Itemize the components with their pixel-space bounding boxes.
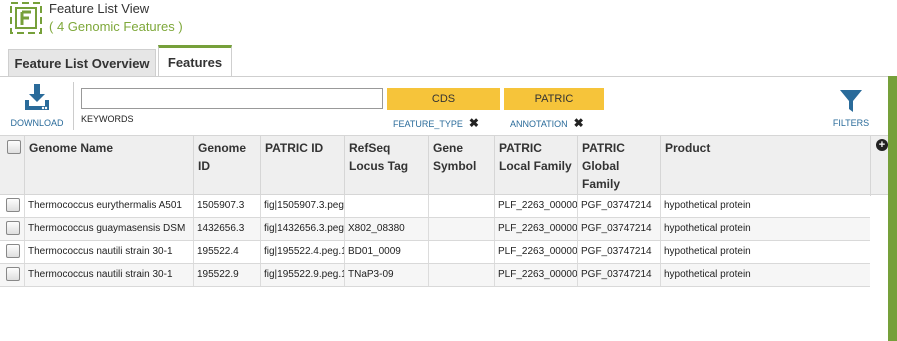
- cell-genome-id: 1505907.3: [194, 195, 261, 217]
- download-icon: [25, 84, 49, 110]
- cell-pgfam: PGF_03747214: [578, 241, 661, 263]
- column-product[interactable]: Product: [661, 136, 871, 196]
- column-genome-id-line2: ID: [198, 159, 210, 173]
- keywords-input[interactable]: [81, 88, 383, 109]
- cell-gene-symbol: [429, 218, 495, 240]
- header-select-cell: [0, 136, 25, 196]
- cell-refseq-locus-tag: [345, 195, 429, 217]
- table-row[interactable]: Thermococcus guaymasensis DSM 1432656.3 …: [0, 218, 870, 241]
- facet-feature-type-label: FEATURE_TYPE ✖: [393, 116, 479, 130]
- feature-count: ( 4 Genomic Features ): [49, 19, 183, 34]
- column-genome-name-line1: Genome Name: [29, 141, 114, 155]
- column-gene-line1: Gene: [433, 141, 464, 155]
- cell-genome-name: Thermococcus nautili strain 30-1: [25, 241, 194, 263]
- cell-gene-symbol: [429, 241, 495, 263]
- cell-genome-name: Thermococcus guaymasensis DSM: [25, 218, 194, 240]
- grid-toolbar: DOWNLOAD KEYWORDS CDS PATRIC FEATURE_TYP…: [0, 77, 888, 134]
- cell-product: hypothetical protein: [664, 246, 751, 257]
- cell-genome-name: Thermococcus nautili strain 30-1: [25, 264, 194, 286]
- cell-plfam: PLF_2263_00000: [495, 218, 578, 240]
- facet-annotation-label: ANNOTATION ✖: [510, 116, 584, 130]
- tab-features[interactable]: Features: [158, 45, 232, 77]
- column-refseq-locus-tag[interactable]: RefSeq Locus Tag: [345, 136, 429, 196]
- row-select-cell: [0, 264, 25, 286]
- grid-header: Genome Name Genome ID PATRIC ID RefSeq L…: [0, 135, 888, 196]
- toolbar-divider: [73, 82, 74, 130]
- column-plf-line2: Local Family: [499, 159, 572, 173]
- add-column-icon[interactable]: +: [876, 139, 888, 151]
- page-title: Feature List View: [49, 1, 150, 16]
- download-label: DOWNLOAD: [10, 118, 64, 128]
- row-select-cell: [0, 241, 25, 263]
- cell-plfam: PLF_2263_00000: [495, 264, 578, 286]
- column-refseq-line1: RefSeq: [349, 141, 391, 155]
- column-pgf-line1: PATRIC: [582, 141, 625, 155]
- cell-genome-name: Thermococcus eurythermalis A501: [25, 195, 194, 217]
- table-row[interactable]: Thermococcus eurythermalis A501 1505907.…: [0, 195, 870, 218]
- cell-genome-id: 195522.4: [194, 241, 261, 263]
- column-refseq-line2: Locus Tag: [349, 159, 409, 173]
- column-patric-local-family[interactable]: PATRIC Local Family: [495, 136, 578, 196]
- facet-annotation[interactable]: PATRIC: [504, 88, 604, 110]
- column-pgf-line2: Global: [582, 159, 620, 173]
- row-checkbox[interactable]: [6, 198, 20, 212]
- cell-refseq-locus-tag: TNaP3-09: [345, 264, 429, 286]
- column-product-line1: Product: [665, 141, 711, 155]
- column-patric-id[interactable]: PATRIC ID: [261, 136, 345, 196]
- cell-patric-id[interactable]: fig|1432656.3.peg.1: [261, 218, 345, 240]
- cell-patric-id[interactable]: fig|195522.4.peg.1: [261, 241, 345, 263]
- column-patric-global-family[interactable]: PATRIC Global Family: [578, 136, 661, 196]
- keywords-label: KEYWORDS: [81, 114, 134, 124]
- column-genome-name[interactable]: Genome Name: [25, 136, 194, 196]
- cell-genome-id: 1432656.3: [194, 218, 261, 240]
- cell-patric-id[interactable]: fig|195522.9.peg.1: [261, 264, 345, 286]
- cell-patric-id[interactable]: fig|1505907.3.peg.1: [261, 195, 345, 217]
- table-row[interactable]: Thermococcus nautili strain 30-1 195522.…: [0, 241, 870, 264]
- column-plf-line1: PATRIC: [499, 141, 542, 155]
- cell-gene-symbol: [429, 264, 495, 286]
- facet-feature-type[interactable]: CDS: [387, 88, 500, 110]
- cell-pgfam: PGF_03747214: [578, 264, 661, 286]
- cell-refseq-locus-tag: BD01_0009: [345, 241, 429, 263]
- feature-list-icon: [10, 2, 42, 34]
- column-patric-id-line1: PATRIC ID: [265, 141, 324, 155]
- cell-plfam: PLF_2263_00000: [495, 195, 578, 217]
- row-checkbox[interactable]: [6, 267, 20, 281]
- download-button[interactable]: DOWNLOAD: [10, 84, 64, 132]
- side-panel-handle[interactable]: [888, 76, 897, 341]
- row-select-cell: [0, 218, 25, 240]
- cell-product: hypothetical protein: [664, 200, 751, 211]
- cell-product: hypothetical protein: [664, 223, 751, 234]
- cell-product: hypothetical protein: [664, 269, 751, 280]
- column-gene-line2: Symbol: [433, 159, 477, 173]
- filter-icon: [840, 90, 862, 112]
- row-select-cell: [0, 195, 25, 217]
- cell-gene-symbol: [429, 195, 495, 217]
- column-genome-id-line1: Genome: [198, 141, 247, 155]
- row-checkbox[interactable]: [6, 244, 20, 258]
- tab-feature-list-overview[interactable]: Feature List Overview: [8, 49, 156, 77]
- column-genome-id[interactable]: Genome ID: [194, 136, 261, 196]
- facet-feature-type-name: FEATURE_TYPE: [393, 119, 463, 129]
- remove-feature-type-icon[interactable]: ✖: [469, 116, 479, 130]
- cell-pgfam: PGF_03747214: [578, 218, 661, 240]
- table-row[interactable]: Thermococcus nautili strain 30-1 195522.…: [0, 264, 870, 287]
- remove-annotation-icon[interactable]: ✖: [574, 116, 584, 130]
- cell-pgfam: PGF_03747214: [578, 195, 661, 217]
- column-gene-symbol[interactable]: Gene Symbol: [429, 136, 495, 196]
- column-pgf-line3: Family: [582, 177, 621, 191]
- row-checkbox[interactable]: [6, 221, 20, 235]
- cell-refseq-locus-tag: X802_08380: [345, 218, 429, 240]
- cell-genome-id: 195522.9: [194, 264, 261, 286]
- cell-plfam: PLF_2263_00000: [495, 241, 578, 263]
- facet-annotation-name: ANNOTATION: [510, 119, 568, 129]
- filters-label: FILTERS: [832, 118, 870, 128]
- filters-button[interactable]: FILTERS: [831, 89, 871, 131]
